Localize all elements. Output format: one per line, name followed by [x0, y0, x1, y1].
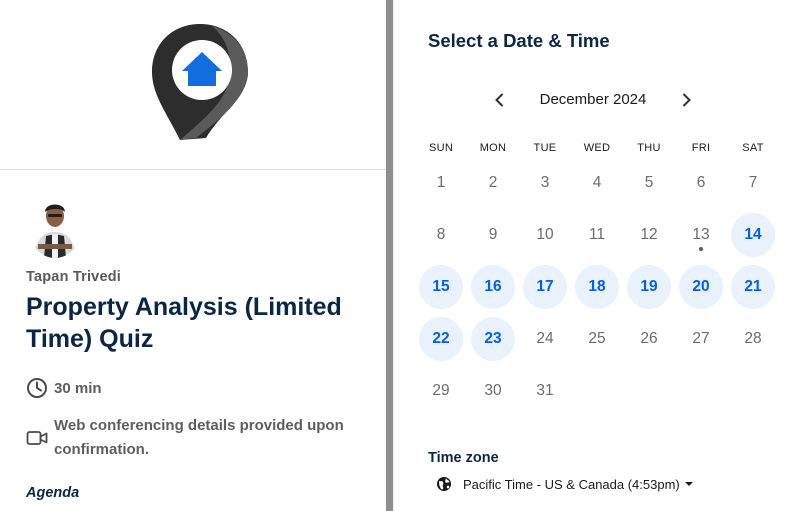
globe-icon [437, 477, 451, 491]
available-date[interactable]: 17 [523, 265, 567, 309]
date-number: 22 [432, 330, 450, 347]
calendar-date: 1 [419, 161, 463, 205]
month-navigation: December 2024 [488, 88, 698, 112]
date-number: 13 [692, 226, 710, 243]
date-number: 16 [484, 278, 502, 295]
date-number: 23 [484, 330, 502, 347]
date-number: 20 [692, 278, 710, 295]
date-number: 2 [488, 174, 498, 191]
calendar-date: 29 [419, 369, 463, 413]
date-number: 5 [644, 174, 654, 191]
duration-text: 30 min [54, 380, 102, 397]
next-month-button[interactable] [674, 88, 698, 112]
weekday-sat: SAT [742, 142, 764, 154]
date-number: 30 [484, 382, 502, 399]
available-date[interactable]: 22 [419, 317, 463, 361]
date-number: 11 [588, 226, 606, 243]
available-date[interactable]: 20 [679, 265, 723, 309]
calendar-date: 12 [627, 213, 671, 257]
date-number: 7 [748, 174, 758, 191]
weekday-fri: FRI [691, 142, 711, 154]
date-number: 26 [640, 330, 658, 347]
date-number: 18 [588, 278, 606, 295]
conferencing-row: Web conferencing details provided upon c… [26, 414, 366, 462]
month-label: December 2024 [539, 91, 647, 108]
calendar-date: 2 [471, 161, 515, 205]
weekday-wed: WED [583, 142, 611, 154]
available-date[interactable]: 19 [627, 265, 671, 309]
calendar-date: 9 [471, 213, 515, 257]
calendar-date: 13 [679, 213, 723, 257]
date-number: 1 [436, 174, 446, 191]
weekday-sun: SUN [428, 142, 454, 154]
host-name: Tapan Trivedi [26, 269, 121, 285]
location-pin-home-icon [152, 24, 248, 140]
event-title: Property Analysis (Limited Time) Quiz [26, 293, 342, 353]
available-date[interactable]: 16 [471, 265, 515, 309]
timezone-value: Pacific Time - US & Canada (4:53pm) [463, 476, 680, 492]
date-number: 14 [744, 226, 762, 243]
date-number: 10 [536, 226, 554, 243]
calendar-date: 7 [731, 161, 775, 205]
weekday-tue: TUE [533, 142, 557, 154]
calendar-panel: Select a Date & Time December 2024 SUN MO… [394, 0, 801, 511]
calendar-date: 5 [627, 161, 671, 205]
date-number: 15 [432, 278, 450, 295]
caret-down-icon [684, 482, 693, 486]
calendar-date: 25 [575, 317, 619, 361]
weekday-header: SUN MON TUE WED THU FRI SAT [415, 142, 779, 156]
calendar-date: 26 [627, 317, 671, 361]
calendar-grid: 1 2 3 4 5 6 7 8 9 10 11 12 13 14 15 16 17 18 19 20 21 22 23 24 2… [415, 157, 779, 417]
avatar [28, 196, 82, 258]
date-number: 25 [588, 330, 606, 347]
date-number: 6 [696, 174, 706, 191]
date-number: 9 [488, 226, 498, 243]
logo-area [0, 0, 386, 170]
date-number: 19 [640, 278, 658, 295]
calendar-date: 11 [575, 213, 619, 257]
video-camera-icon [26, 431, 48, 445]
available-date[interactable]: 14 [731, 213, 775, 257]
event-details-panel: Tapan Trivedi Property Analysis (Limited… [0, 0, 386, 511]
calendar-date: 8 [419, 213, 463, 257]
date-number: 24 [536, 330, 554, 347]
calendar-date: 28 [731, 317, 775, 361]
chevron-right-icon [683, 93, 691, 107]
calendar-date: 10 [523, 213, 567, 257]
date-number: 31 [536, 382, 554, 399]
timezone-label: Time zone [428, 450, 499, 466]
date-number: 27 [692, 330, 710, 347]
calendar-heading: Select a Date & Time [428, 30, 610, 51]
date-number: 21 [744, 278, 762, 295]
date-number: 29 [432, 382, 450, 399]
available-date[interactable]: 18 [575, 265, 619, 309]
timezone-select[interactable]: Pacific Time - US & Canada (4:53pm) [436, 476, 693, 492]
date-number: 3 [540, 174, 550, 191]
date-number: 12 [640, 226, 658, 243]
today-indicator [699, 247, 703, 251]
available-date[interactable]: 21 [731, 265, 775, 309]
available-date[interactable]: 15 [419, 265, 463, 309]
calendar-date: 31 [523, 369, 567, 413]
conferencing-text: Web conferencing details provided upon c… [54, 417, 344, 458]
available-date[interactable]: 23 [471, 317, 515, 361]
agenda-label: Agenda [26, 485, 80, 501]
clock-icon [27, 378, 47, 398]
date-number: 4 [592, 174, 602, 191]
date-number: 17 [536, 278, 554, 295]
calendar-date: 3 [523, 161, 567, 205]
duration-row: 30 min [26, 377, 102, 401]
calendar-date: 4 [575, 161, 619, 205]
date-number: 8 [436, 226, 446, 243]
weekday-thu: THU [637, 142, 661, 154]
calendar-date: 6 [679, 161, 723, 205]
date-number: 28 [744, 330, 762, 347]
weekday-mon: MON [479, 142, 507, 154]
calendar-date: 30 [471, 369, 515, 413]
panel-divider[interactable] [386, 0, 393, 511]
calendar-date: 27 [679, 317, 723, 361]
calendar-date: 24 [523, 317, 567, 361]
